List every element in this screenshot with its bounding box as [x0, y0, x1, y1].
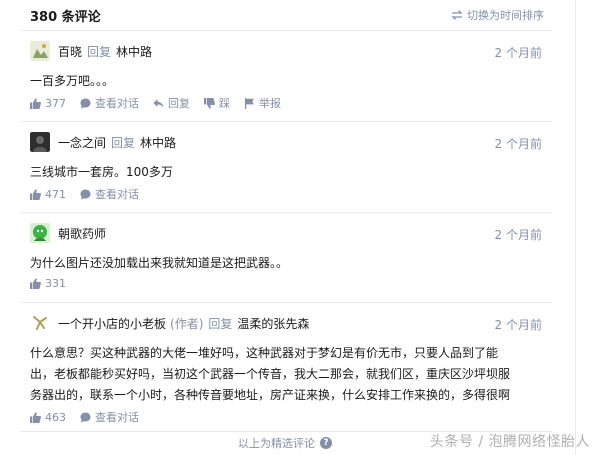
- sort-toggle-button[interactable]: 切换为时间排序: [451, 7, 544, 23]
- comment-text: 什么意思？买这种武器的大佬一堆好吗，这种武器对于梦幻是有价无市，只要人品到了能 …: [30, 343, 540, 406]
- switch-icon: [451, 10, 463, 20]
- help-icon[interactable]: ?: [320, 437, 332, 449]
- chat-bubble-icon: [80, 189, 91, 199]
- view-dialog-button[interactable]: 查看对话: [80, 186, 139, 202]
- comment-count: 380 条评论: [30, 10, 101, 25]
- comment-actions: 471 查看对话: [30, 186, 153, 202]
- thumb-down-icon: [204, 97, 215, 109]
- like-button[interactable]: 471: [30, 188, 66, 201]
- thumb-up-icon: [30, 97, 41, 109]
- comment-time: 2 个月前: [494, 46, 542, 60]
- comment-meta: 一个开小店的小老板 (作者) 回复 温柔的张先森: [30, 313, 309, 333]
- view-dialog-button[interactable]: 查看对话: [80, 95, 139, 111]
- comment-time: 2 个月前: [494, 318, 542, 332]
- like-count: 377: [45, 96, 66, 110]
- author-name[interactable]: 朝歌药师: [58, 225, 106, 242]
- like-button[interactable]: 331: [30, 277, 66, 290]
- reply-button[interactable]: 回复: [153, 95, 190, 111]
- like-count: 463: [45, 410, 66, 424]
- comments-header: 380 条评论 切换为时间排序: [20, 0, 552, 31]
- view-dialog-label: 查看对话: [95, 188, 139, 201]
- reply-target-name[interactable]: 温柔的张先森: [237, 315, 309, 332]
- reply-target-name[interactable]: 林中路: [116, 43, 152, 60]
- comment-text-line: 出，老板都能秒买好吗，当初这个武器一个传音，我大二那会，就我们区，重庆区沙坪坝服: [30, 367, 511, 381]
- like-button[interactable]: 463: [30, 411, 66, 424]
- reply-label: 回复: [111, 135, 136, 150]
- view-dialog-label: 查看对话: [95, 411, 139, 424]
- sort-label: 切换为时间排序: [467, 9, 544, 22]
- reply-label: 回复: [208, 316, 233, 331]
- comment-text: 一百多万吧。。。: [30, 74, 115, 88]
- dislike-button[interactable]: 踩: [204, 95, 230, 111]
- report-button[interactable]: 举报: [244, 95, 281, 111]
- comment-text: 为什么图片还没加载出来我就知道是这把武器。。: [30, 256, 289, 270]
- comment-time: 2 个月前: [494, 228, 542, 242]
- comment-actions: 377 查看对话 回复 踩 举报: [30, 95, 295, 111]
- comment-item: 百晓 回复 林中路 2 个月前 一百多万吧。。。 377 查看对话 回复 踩 举…: [20, 31, 552, 122]
- like-count: 471: [45, 187, 66, 201]
- comment-item: 一念之间 回复 林中路 2 个月前 三线城市一套房。100多万 471 查看对话: [20, 122, 552, 213]
- comment-meta: 朝歌药师: [30, 223, 106, 243]
- author-name[interactable]: 一个开小店的小老板: [58, 315, 166, 332]
- avatar[interactable]: [30, 41, 50, 61]
- comment-actions: 463 查看对话: [30, 409, 153, 425]
- thumb-up-icon: [30, 278, 41, 289]
- chat-bubble-icon: [80, 412, 91, 422]
- view-dialog-button[interactable]: 查看对话: [80, 409, 139, 425]
- thumb-up-icon: [30, 188, 41, 200]
- comment-panel: 380 条评论 切换为时间排序 百晓 回复 林中路 2 个月前 一百多万吧。。。: [20, 0, 552, 455]
- reply-target-name[interactable]: 林中路: [140, 134, 176, 151]
- like-count: 331: [45, 277, 66, 290]
- dislike-label: 踩: [219, 97, 230, 110]
- thumb-up-icon: [30, 411, 41, 423]
- featured-label: 以上为精选评论: [238, 437, 315, 450]
- avatar[interactable]: [30, 223, 50, 243]
- comment-text-line: 什么意思？买这种武器的大佬一堆好吗，这种武器对于梦幻是有价无市，只要人品到了能: [30, 346, 499, 360]
- comment-item: 朝歌药师 2 个月前 为什么图片还没加载出来我就知道是这把武器。。 331: [20, 213, 552, 303]
- page-divider: [575, 0, 576, 455]
- comment-actions: 331: [30, 277, 80, 290]
- comment-meta: 一念之间 回复 林中路: [30, 132, 176, 152]
- like-button[interactable]: 377: [30, 97, 66, 110]
- flag-icon: [245, 97, 254, 109]
- reply-label: 回复: [87, 44, 112, 59]
- report-label: 举报: [259, 97, 281, 110]
- reply-arrow-icon: [153, 98, 164, 107]
- avatar[interactable]: [30, 313, 50, 333]
- reply-button-label: 回复: [168, 97, 190, 110]
- comment-item: 一个开小店的小老板 (作者) 回复 温柔的张先森 2 个月前 什么意思？买这种武…: [20, 303, 552, 432]
- featured-note: 以上为精选评论 ?: [238, 435, 332, 451]
- comment-text-line: 务器出的，联系一个小时，各种传音要地址，房产证来换，什么安排工作来换的，多得很啊: [30, 388, 511, 402]
- avatar[interactable]: [30, 132, 50, 152]
- chat-bubble-icon: [80, 98, 91, 108]
- author-name[interactable]: 百晓: [58, 43, 82, 60]
- watermark: 头条号 / 泡腾网络怪胎人: [429, 434, 590, 450]
- view-dialog-label: 查看对话: [95, 97, 139, 110]
- comment-text: 三线城市一套房。100多万: [30, 165, 173, 179]
- comment-time: 2 个月前: [494, 137, 542, 151]
- author-name[interactable]: 一念之间: [58, 134, 106, 151]
- author-tag: (作者): [170, 316, 204, 331]
- comment-meta: 百晓 回复 林中路: [30, 41, 152, 61]
